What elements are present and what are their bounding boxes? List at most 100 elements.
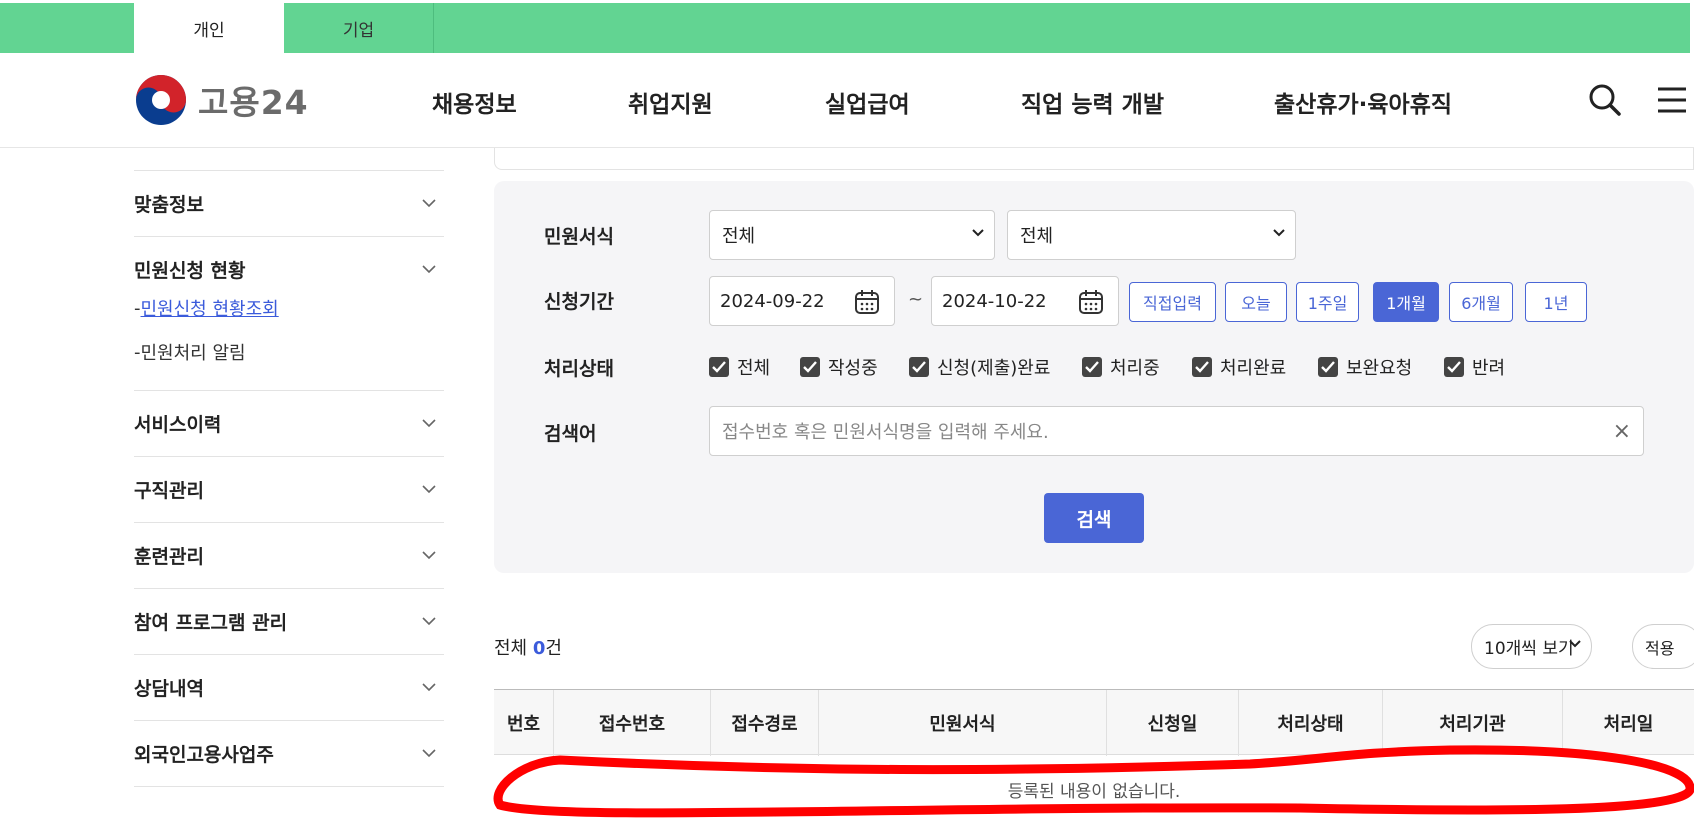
gnb-employment-support[interactable]: 취업지원 — [628, 85, 713, 119]
chevron-down-icon — [422, 419, 436, 428]
sidebar-item-training[interactable]: 훈련관리 — [134, 523, 444, 588]
column-header: 접수경로 — [711, 690, 819, 756]
sidebar-item-label: 참여 프로그램 관리 — [134, 612, 288, 634]
status-checkbox-label: 반려 — [1472, 358, 1506, 379]
apply-button[interactable]: 적용 — [1632, 624, 1694, 669]
chevron-down-icon — [422, 199, 436, 208]
total-suffix: 건 — [545, 638, 562, 659]
sidebar-item-custom-info[interactable]: 맞춤정보 — [134, 171, 444, 236]
chevron-down-icon — [422, 485, 436, 494]
sidebar-section-training: 훈련관리 — [134, 522, 444, 588]
sidebar-item-counseling[interactable]: 상담내역 — [134, 655, 444, 720]
sidebar-item-label: 구직관리 — [134, 480, 204, 502]
checkbox-checked-icon — [909, 357, 929, 377]
sidebar-item-label: 맞춤정보 — [134, 194, 204, 216]
status-checkbox-rejected[interactable]: 반려 — [1444, 354, 1505, 380]
period-1week-button[interactable]: 1주일 — [1296, 282, 1359, 322]
search-panel: 민원서식 전체 전체 신청기간 2024-09-22 ~ 2024-10-22 — [494, 181, 1694, 573]
search-icon[interactable] — [1588, 83, 1622, 117]
sidebar: 맞춤정보 민원신청 현황 - 민원신청 현황조회 - 민원처리 알림 서비스이력 구… — [134, 170, 444, 787]
status-label: 처리상태 — [544, 358, 614, 380]
sidebar-item-label: 서비스이력 — [134, 414, 222, 436]
form-select-1[interactable]: 전체 — [709, 210, 995, 260]
sidebar-item-label: 상담내역 — [134, 678, 204, 700]
sidebar-item-programs[interactable]: 참여 프로그램 관리 — [134, 589, 444, 654]
per-page-select[interactable]: 10개씩 보기 — [1471, 624, 1592, 669]
sidebar-section-counseling: 상담내역 — [134, 654, 444, 720]
column-header: 신청일 — [1107, 690, 1239, 756]
keyword-placeholder: 접수번호 혹은 민원서식명을 입력해 주세요. — [722, 422, 1049, 443]
checkbox-checked-icon — [709, 357, 729, 377]
period-1month-button[interactable]: 1개월 — [1373, 282, 1439, 322]
form-label: 민원서식 — [544, 226, 614, 248]
period-label: 신청기간 — [544, 291, 614, 313]
date-from-value: 2024-09-22 — [720, 290, 825, 312]
column-header: 처리상태 — [1239, 690, 1383, 756]
status-checkbox-label: 처리완료 — [1220, 358, 1287, 379]
calendar-icon[interactable] — [854, 289, 880, 315]
period-1year-button[interactable]: 1년 — [1525, 282, 1587, 322]
date-to-value: 2024-10-22 — [942, 290, 1047, 312]
sidebar-item-civil-status[interactable]: 민원신청 현황 — [134, 237, 444, 302]
sidebar-section-civil-status: 민원신청 현황 - 민원신청 현황조회 - 민원처리 알림 — [134, 236, 444, 390]
date-to-input[interactable]: 2024-10-22 — [931, 276, 1119, 326]
table-header: 번호 접수번호 접수경로 민원서식 신청일 처리상태 처리기관 처리일 — [494, 689, 1694, 756]
sidebar-section-job-seeking: 구직관리 — [134, 456, 444, 522]
period-direct-input-button[interactable]: 직접입력 — [1129, 282, 1216, 322]
tab-business[interactable]: 기업 — [284, 3, 434, 53]
status-checkbox-submitted[interactable]: 신청(제출)완료 — [909, 354, 1050, 380]
checkbox-checked-icon — [1444, 357, 1464, 377]
search-button[interactable]: 검색 — [1044, 493, 1144, 543]
status-checkbox-all[interactable]: 전체 — [709, 354, 770, 380]
clear-icon[interactable]: × — [1613, 419, 1631, 444]
menu-icon[interactable] — [1656, 83, 1686, 117]
tab-personal[interactable]: 개인 — [134, 3, 284, 53]
status-checkbox-completed[interactable]: 처리완료 — [1192, 354, 1286, 380]
gnb-unemployment-benefit[interactable]: 실업급여 — [825, 85, 910, 119]
checkbox-checked-icon — [1192, 357, 1212, 377]
chevron-down-icon — [422, 617, 436, 626]
keyword-label: 검색어 — [544, 423, 597, 445]
logo-text: 고용24 — [198, 83, 309, 122]
sidebar-subitem-notice[interactable]: - 민원처리 알림 — [134, 330, 444, 374]
sidebar-item-label: 외국인고용사업주 — [134, 744, 274, 766]
sidebar-item-label: 훈련관리 — [134, 546, 204, 568]
sidebar-item-job-seeking[interactable]: 구직관리 — [134, 457, 444, 522]
top-bar: 개인 기업 — [0, 3, 1690, 53]
checkbox-checked-icon — [1082, 357, 1102, 377]
chevron-down-icon — [422, 551, 436, 560]
form-select-2-value: 전체 — [1020, 226, 1054, 247]
sidebar-item-service-history[interactable]: 서비스이력 — [134, 391, 444, 456]
gnb-parental-leave[interactable]: 출산휴가·육아휴직 — [1274, 85, 1452, 119]
status-checkbox-label: 보완요청 — [1346, 358, 1413, 379]
chevron-down-icon — [422, 265, 436, 274]
column-header: 처리기관 — [1383, 690, 1563, 756]
site-logo[interactable]: 고용24 — [134, 73, 309, 127]
gnb-vocational-training[interactable]: 직업 능력 개발 — [1021, 85, 1164, 119]
calendar-icon[interactable] — [1078, 289, 1104, 315]
sidebar-item-label: 민원신청 현황 — [134, 260, 246, 282]
status-checkbox-label: 작성중 — [828, 358, 878, 379]
period-6month-button[interactable]: 6개월 — [1449, 282, 1513, 322]
per-page-value: 10개씩 보기 — [1484, 639, 1574, 659]
date-from-input[interactable]: 2024-09-22 — [709, 276, 895, 326]
status-checkbox-label: 처리중 — [1110, 358, 1160, 379]
checkbox-checked-icon — [1318, 357, 1338, 377]
status-checkbox-supplement[interactable]: 보완요청 — [1318, 354, 1412, 380]
sidebar-subitem-label: 민원처리 알림 — [140, 343, 246, 364]
chevron-down-icon — [422, 683, 436, 692]
chevron-down-icon — [972, 229, 984, 237]
sidebar-item-foreign-employer[interactable]: 외국인고용사업주 — [134, 721, 444, 786]
gnb-job-info[interactable]: 채용정보 — [432, 85, 517, 119]
status-checkbox-drafting[interactable]: 작성중 — [800, 354, 878, 380]
form-select-2[interactable]: 전체 — [1007, 210, 1296, 260]
chevron-down-icon — [1273, 229, 1285, 237]
header: 고용24 채용정보 취업지원 실업급여 직업 능력 개발 출산휴가·육아휴직 — [0, 53, 1694, 148]
form-select-1-value: 전체 — [722, 226, 756, 247]
keyword-input[interactable]: 접수번호 혹은 민원서식명을 입력해 주세요. × — [709, 406, 1644, 456]
sidebar-section-programs: 참여 프로그램 관리 — [134, 588, 444, 654]
total-prefix: 전체 — [494, 638, 533, 659]
status-checkbox-processing[interactable]: 처리중 — [1082, 354, 1160, 380]
column-header: 접수번호 — [554, 690, 711, 756]
period-today-button[interactable]: 오늘 — [1225, 282, 1287, 322]
